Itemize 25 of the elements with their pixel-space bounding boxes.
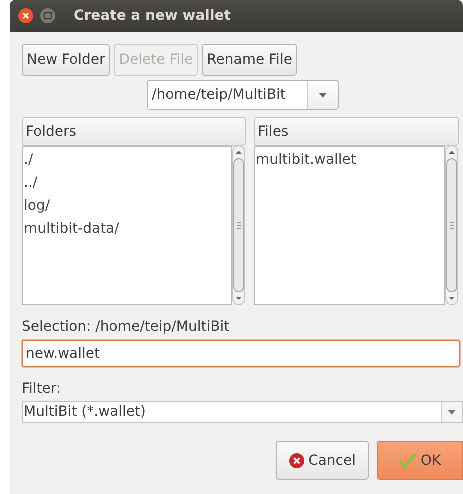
file-item[interactable]: multibit.wallet bbox=[255, 149, 356, 172]
maximize-icon[interactable] bbox=[40, 8, 56, 24]
dropdown-arrow-icon bbox=[318, 92, 328, 98]
cancel-icon bbox=[288, 452, 305, 468]
filename-field[interactable]: new.wallet bbox=[22, 340, 460, 367]
filter-label: Filter: bbox=[22, 381, 62, 397]
scrollbar[interactable] bbox=[445, 146, 459, 305]
ok-button[interactable]: OK bbox=[377, 441, 463, 480]
filter-combo[interactable]: MultiBit (*.wallet) bbox=[22, 401, 463, 423]
scrollbar[interactable] bbox=[232, 146, 246, 305]
toolbar-button[interactable]: Rename File bbox=[202, 44, 298, 76]
path-combo[interactable]: /home/teip/MultiBit bbox=[147, 80, 339, 110]
selection-label: Selection: /home/teip/MultiBit bbox=[22, 319, 231, 335]
column-header[interactable]: Files bbox=[254, 117, 459, 146]
folder-item[interactable]: multibit-data/ bbox=[23, 218, 120, 241]
column-header[interactable]: Folders bbox=[22, 117, 246, 146]
window-title: Create a new wallet bbox=[74, 8, 231, 24]
folder-item[interactable]: log/ bbox=[23, 195, 50, 218]
cancel-button[interactable]: Cancel bbox=[276, 441, 369, 480]
toolbar-button[interactable]: New Folder bbox=[22, 44, 110, 76]
folder-item[interactable]: ../ bbox=[23, 172, 38, 195]
dropdown-arrow-icon bbox=[447, 408, 457, 416]
checkmark-icon bbox=[398, 452, 417, 469]
close-icon[interactable] bbox=[18, 8, 34, 24]
folder-item[interactable]: ./ bbox=[23, 149, 34, 172]
